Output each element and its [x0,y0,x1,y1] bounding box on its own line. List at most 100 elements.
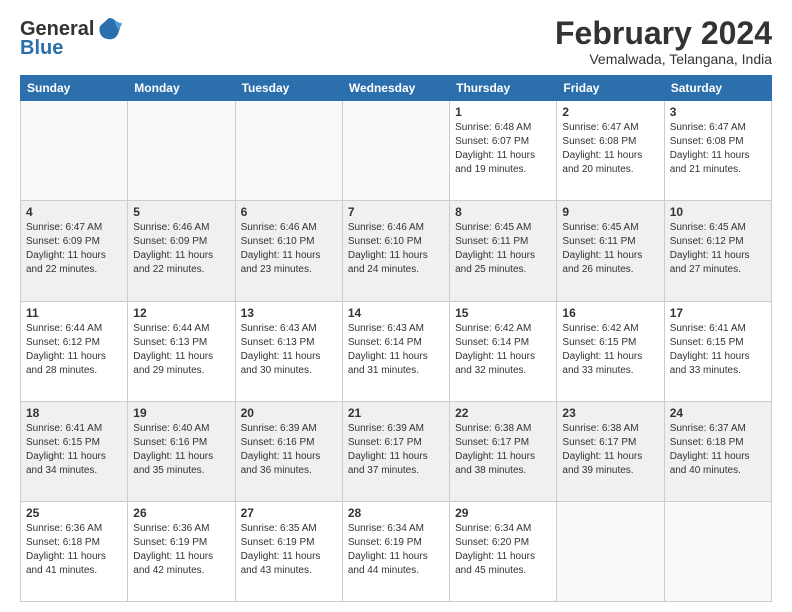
day-info: Sunrise: 6:45 AMSunset: 6:11 PMDaylight:… [455,221,551,277]
calendar-cell: 23 Sunrise: 6:38 AMSunset: 6:17 PMDayligh… [557,401,664,501]
calendar-day-header: Monday [128,76,235,101]
day-number: 21 [348,406,444,420]
day-number: 20 [241,406,337,420]
day-number: 12 [133,306,229,320]
day-number: 27 [241,506,337,520]
calendar-cell: 17 Sunrise: 6:41 AMSunset: 6:15 PMDayligh… [664,301,771,401]
calendar-cell: 28 Sunrise: 6:34 AMSunset: 6:19 PMDayligh… [342,501,449,601]
day-info: Sunrise: 6:36 AMSunset: 6:18 PMDaylight:… [26,522,122,578]
calendar-table: SundayMondayTuesdayWednesdayThursdayFrid… [20,75,772,602]
day-info: Sunrise: 6:44 AMSunset: 6:12 PMDaylight:… [26,322,122,378]
day-info: Sunrise: 6:43 AMSunset: 6:14 PMDaylight:… [348,322,444,378]
calendar-cell: 26Sunrise: 6:36 AMSunset: 6:19 PMDayligh… [128,501,235,601]
day-number: 16 [562,306,658,320]
calendar-week-row: 25 Sunrise: 6:36 AMSunset: 6:18 PMDayligh… [21,501,772,601]
day-number: 13 [241,306,337,320]
day-info: Sunrise: 6:47 AMSunset: 6:09 PMDaylight:… [26,221,122,277]
day-number: 29 [455,506,551,520]
calendar-cell [557,501,664,601]
day-number: 25 [26,506,122,520]
calendar-day-header: Sunday [21,76,128,101]
calendar-week-row: 4 Sunrise: 6:47 AMSunset: 6:09 PMDaylight… [21,201,772,301]
calendar-day-header: Tuesday [235,76,342,101]
calendar-week-row: 1 Sunrise: 6:48 AMSunset: 6:07 PMDaylight… [21,101,772,201]
logo-blue: Blue [20,38,63,58]
day-info: Sunrise: 6:45 AMSunset: 6:12 PMDaylight:… [670,221,766,277]
page: General Blue February 2024 Vemalwada, Te… [0,0,792,612]
day-number: 5 [133,205,229,219]
calendar-cell [235,101,342,201]
calendar-day-header: Friday [557,76,664,101]
day-number: 3 [670,105,766,119]
day-number: 8 [455,205,551,219]
location: Vemalwada, Telangana, India [555,51,772,67]
logo-icon [96,16,122,42]
day-info: Sunrise: 6:44 AMSunset: 6:13 PMDaylight:… [133,322,229,378]
day-info: Sunrise: 6:39 AMSunset: 6:16 PMDaylight:… [241,422,337,478]
day-info: Sunrise: 6:35 AMSunset: 6:19 PMDaylight:… [241,522,337,578]
calendar-cell: 8 Sunrise: 6:45 AMSunset: 6:11 PMDaylight… [450,201,557,301]
calendar-cell [21,101,128,201]
day-number: 23 [562,406,658,420]
day-info: Sunrise: 6:37 AMSunset: 6:18 PMDaylight:… [670,422,766,478]
day-info: Sunrise: 6:40 AMSunset: 6:16 PMDaylight:… [133,422,229,478]
day-info: Sunrise: 6:48 AMSunset: 6:07 PMDaylight:… [455,121,551,177]
day-info: Sunrise: 6:46 AMSunset: 6:10 PMDaylight:… [241,221,337,277]
calendar-cell: 4 Sunrise: 6:47 AMSunset: 6:09 PMDaylight… [21,201,128,301]
calendar-cell: 16 Sunrise: 6:42 AMSunset: 6:15 PMDayligh… [557,301,664,401]
calendar-week-row: 18 Sunrise: 6:41 AMSunset: 6:15 PMDayligh… [21,401,772,501]
day-info: Sunrise: 6:39 AMSunset: 6:17 PMDaylight:… [348,422,444,478]
calendar-cell: 12 Sunrise: 6:44 AMSunset: 6:13 PMDayligh… [128,301,235,401]
day-info: Sunrise: 6:43 AMSunset: 6:13 PMDaylight:… [241,322,337,378]
day-number: 9 [562,205,658,219]
day-number: 6 [241,205,337,219]
calendar-cell: 11Sunrise: 6:44 AMSunset: 6:12 PMDayligh… [21,301,128,401]
calendar-week-row: 11Sunrise: 6:44 AMSunset: 6:12 PMDayligh… [21,301,772,401]
day-number: 18 [26,406,122,420]
calendar-cell: 6 Sunrise: 6:46 AMSunset: 6:10 PMDaylight… [235,201,342,301]
day-number: 7 [348,205,444,219]
day-number: 2 [562,105,658,119]
logo: General Blue [20,16,122,58]
day-number: 19 [133,406,229,420]
calendar-cell: 2Sunrise: 6:47 AMSunset: 6:08 PMDaylight… [557,101,664,201]
day-number: 10 [670,205,766,219]
calendar-cell: 24Sunrise: 6:37 AMSunset: 6:18 PMDayligh… [664,401,771,501]
day-info: Sunrise: 6:42 AMSunset: 6:15 PMDaylight:… [562,322,658,378]
day-number: 28 [348,506,444,520]
day-number: 1 [455,105,551,119]
logo-general: General [20,19,94,39]
day-info: Sunrise: 6:45 AMSunset: 6:11 PMDaylight:… [562,221,658,277]
day-number: 14 [348,306,444,320]
day-info: Sunrise: 6:46 AMSunset: 6:10 PMDaylight:… [348,221,444,277]
day-info: Sunrise: 6:41 AMSunset: 6:15 PMDaylight:… [26,422,122,478]
header: General Blue February 2024 Vemalwada, Te… [20,16,772,67]
calendar-cell: 10 Sunrise: 6:45 AMSunset: 6:12 PMDayligh… [664,201,771,301]
calendar-cell: 18 Sunrise: 6:41 AMSunset: 6:15 PMDayligh… [21,401,128,501]
day-info: Sunrise: 6:41 AMSunset: 6:15 PMDaylight:… [670,322,766,378]
day-number: 15 [455,306,551,320]
calendar-day-header: Wednesday [342,76,449,101]
day-info: Sunrise: 6:36 AMSunset: 6:19 PMDaylight:… [133,522,229,578]
calendar-cell: 19 Sunrise: 6:40 AMSunset: 6:16 PMDayligh… [128,401,235,501]
day-info: Sunrise: 6:34 AMSunset: 6:19 PMDaylight:… [348,522,444,578]
calendar-cell: 29Sunrise: 6:34 AMSunset: 6:20 PMDayligh… [450,501,557,601]
calendar-cell [664,501,771,601]
calendar-cell: 15Sunrise: 6:42 AMSunset: 6:14 PMDayligh… [450,301,557,401]
month-title: February 2024 [555,16,772,51]
calendar-cell: 5Sunrise: 6:46 AMSunset: 6:09 PMDaylight… [128,201,235,301]
day-number: 17 [670,306,766,320]
calendar-header-row: SundayMondayTuesdayWednesdayThursdayFrid… [21,76,772,101]
day-number: 4 [26,205,122,219]
calendar-day-header: Thursday [450,76,557,101]
calendar-cell [128,101,235,201]
day-number: 22 [455,406,551,420]
calendar-cell: 9 Sunrise: 6:45 AMSunset: 6:11 PMDaylight… [557,201,664,301]
calendar-cell: 20 Sunrise: 6:39 AMSunset: 6:16 PMDayligh… [235,401,342,501]
day-info: Sunrise: 6:38 AMSunset: 6:17 PMDaylight:… [562,422,658,478]
calendar-cell: 1 Sunrise: 6:48 AMSunset: 6:07 PMDaylight… [450,101,557,201]
calendar-cell: 22Sunrise: 6:38 AMSunset: 6:17 PMDayligh… [450,401,557,501]
calendar-cell: 25 Sunrise: 6:36 AMSunset: 6:18 PMDayligh… [21,501,128,601]
calendar-cell: 13 Sunrise: 6:43 AMSunset: 6:13 PMDayligh… [235,301,342,401]
day-info: Sunrise: 6:47 AMSunset: 6:08 PMDaylight:… [670,121,766,177]
